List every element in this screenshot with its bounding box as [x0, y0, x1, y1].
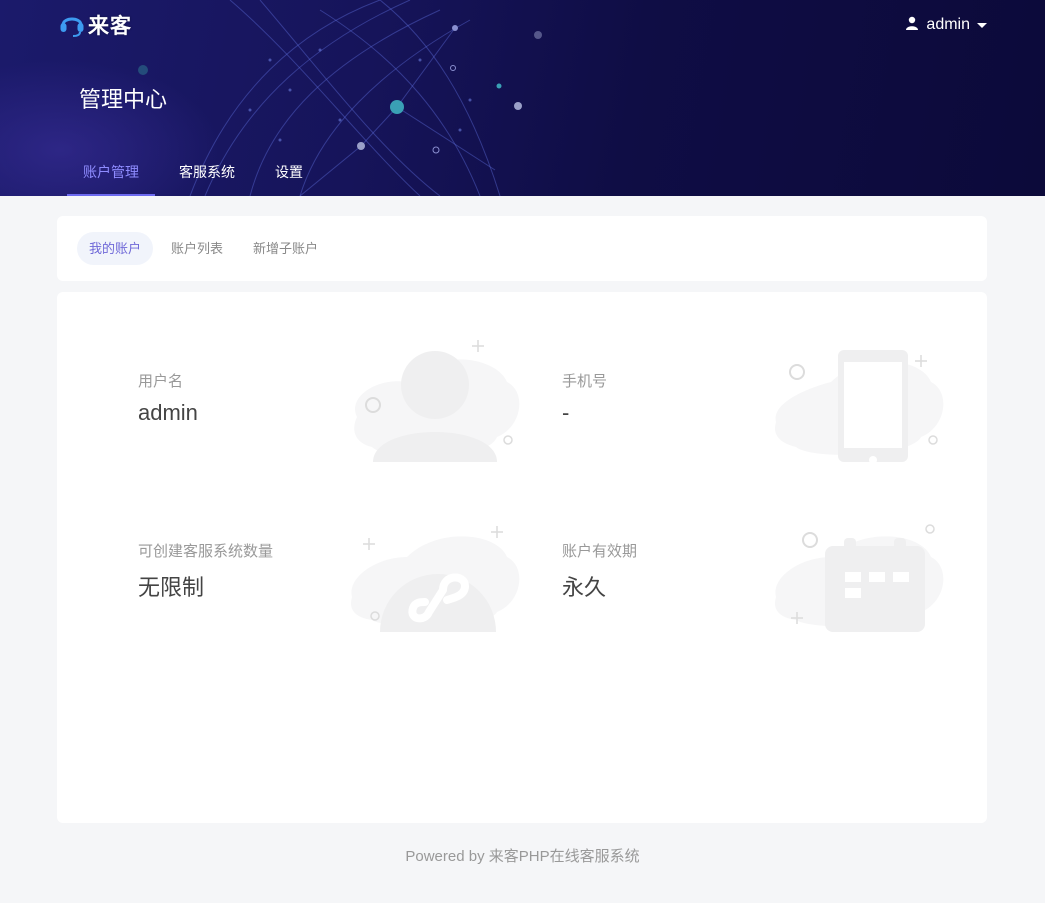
mini-program-illustration-icon: [351, 526, 520, 632]
phone-label: 手机号: [562, 373, 608, 390]
subtab-account-list[interactable]: 账户列表: [159, 232, 235, 265]
username-label: 用户名: [138, 373, 184, 390]
account-info-card: 用户名 admin 手机号 - 可创建客服系统数量 无限制 账户有效期 永久: [57, 292, 987, 823]
tab-settings[interactable]: 设置: [259, 150, 319, 196]
user-illustration-icon: [354, 340, 520, 462]
validity-label: 账户有效期: [562, 543, 638, 560]
service-quota-value: 无限制: [138, 575, 205, 600]
page-title: 管理中心: [79, 87, 168, 112]
calendar-illustration-icon: [775, 524, 944, 632]
user-icon: [905, 16, 919, 35]
info-service-quota: 可创建客服系统数量 无限制: [138, 540, 273, 602]
footer-text: Powered by 来客PHP在线客服系统: [405, 848, 640, 865]
validity-value: 永久: [562, 575, 607, 600]
sub-tabs: 我的账户 账户列表 新增子账户: [77, 232, 330, 265]
subnav-card: 我的账户 账户列表 新增子账户: [57, 216, 987, 281]
phone-value: -: [562, 400, 570, 425]
headset-icon: [58, 9, 86, 42]
caret-down-icon: [977, 16, 987, 34]
brand-logo[interactable]: 来客: [58, 10, 132, 40]
tab-customer-service-system[interactable]: 客服系统: [163, 150, 251, 196]
tab-account-management[interactable]: 账户管理: [67, 150, 155, 196]
header-banner: 来客 admin 管理中心 账户管理 客服系统 设置: [0, 0, 1045, 196]
username-label: admin: [926, 16, 970, 33]
service-quota-label: 可创建客服系统数量: [138, 543, 274, 560]
brand-name: 来客: [88, 15, 132, 38]
subtab-add-sub-account[interactable]: 新增子账户: [241, 232, 330, 265]
username-value: admin: [138, 400, 198, 425]
info-validity: 账户有效期 永久: [562, 540, 637, 602]
user-menu[interactable]: admin: [905, 14, 987, 36]
info-phone: 手机号 -: [562, 370, 607, 426]
info-username: 用户名 admin: [138, 370, 198, 426]
top-nav: 账户管理 客服系统 设置: [67, 150, 319, 196]
phone-illustration-icon: [775, 350, 944, 462]
subtab-my-account[interactable]: 我的账户: [77, 232, 154, 265]
